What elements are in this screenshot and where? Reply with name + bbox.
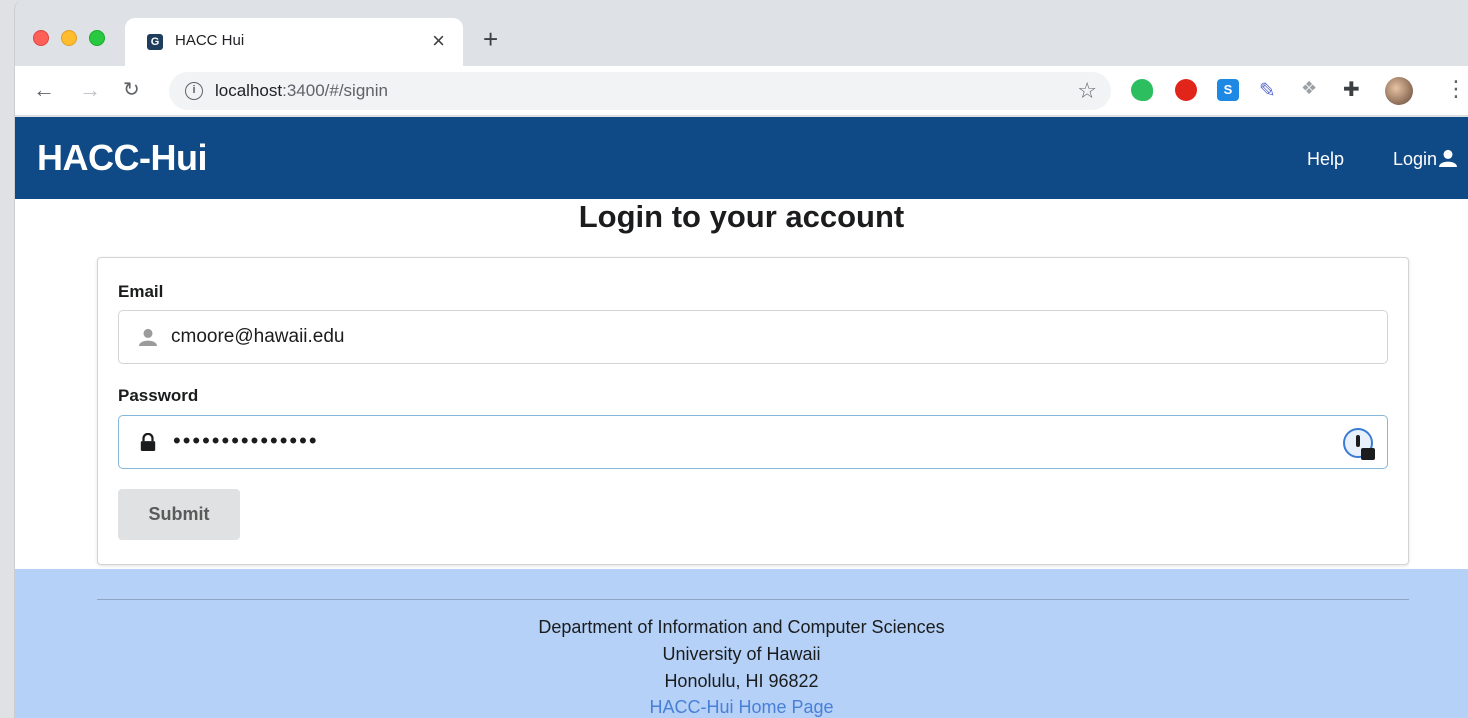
maximize-window-button[interactable] [89,30,105,46]
url-path: :3400/#/signin [282,81,388,100]
nav-help-link[interactable]: Help [1307,149,1344,170]
stop-icon[interactable] [1175,79,1197,101]
password-manager-icon[interactable] [1343,428,1375,460]
web-page: HACC-Hui Help Login Login to your accoun… [15,117,1468,718]
hacc-favicon-icon: G [147,34,163,50]
page-title: Login to your account [578,199,905,234]
brand-logo[interactable]: HACC-Hui [37,137,207,179]
browser-window: G HACC Hui × + ← → ↻ i localhost:3400/#/… [14,0,1468,718]
star-icon[interactable]: ☆ [1077,78,1097,104]
puzzle-icon[interactable]: ✚ [1343,77,1365,101]
profile-avatar[interactable] [1385,77,1413,105]
reload-icon[interactable]: ↻ [123,78,140,102]
url-text[interactable]: localhost:3400/#/signin [215,81,388,101]
url-host: localhost [215,81,283,100]
browser-toolbar: ← → ↻ i localhost:3400/#/signin ☆ S ✎ ❖ … [15,66,1468,116]
user-icon [1439,149,1458,167]
password-value: ••••••••••••••• [173,428,319,453]
close-window-button[interactable] [33,30,49,46]
footer-address: Honolulu, HI 96822 [664,671,819,691]
footer-department: Department of Information and Computer S… [538,617,945,637]
dropper-icon[interactable]: ✎ [1259,78,1281,102]
email-field[interactable]: cmoore@hawaii.edu [118,310,1388,364]
dropbox-icon[interactable]: ❖ [1301,78,1323,100]
info-icon[interactable]: i [185,82,203,100]
footer: Department of Information and Computer S… [15,569,1468,718]
forward-arrow-icon[interactable]: → [79,78,101,102]
minimize-window-button[interactable] [61,30,77,46]
nav-login-link[interactable]: Login [1393,149,1458,170]
password-field[interactable]: ••••••••••••••• [118,415,1388,469]
tab-title: HACC Hui [175,32,245,49]
footer-home-link[interactable]: HACC-Hui Home Page [15,697,1468,718]
footer-university: University of Hawaii [662,644,821,664]
nav-login-label: Login [1393,149,1438,169]
browser-tab[interactable]: G HACC Hui × [125,18,463,66]
s-extension-icon[interactable]: S [1217,79,1239,101]
back-arrow-icon[interactable]: ← [33,78,55,102]
password-label: Password [118,386,199,405]
submit-button[interactable]: Submit [118,489,240,540]
menu-dots-icon[interactable]: ⋮ [1445,76,1467,102]
address-bar[interactable]: i localhost:3400/#/signin ☆ [169,72,1111,110]
user-icon [139,328,157,346]
top-navbar: HACC-Hui Help Login [15,117,1468,199]
email-label: Email [118,282,164,301]
title-bar: G HACC Hui × + [15,0,1468,66]
footer-divider [97,599,1409,600]
tab-close-icon[interactable]: × [432,28,445,54]
new-tab-icon[interactable]: + [483,24,498,54]
evernote-icon[interactable] [1131,79,1153,101]
login-form-card: Email cmoore@hawaii.edu Password •••••••… [97,257,1409,565]
email-value: cmoore@hawaii.edu [171,326,345,347]
lock-icon [140,433,156,451]
